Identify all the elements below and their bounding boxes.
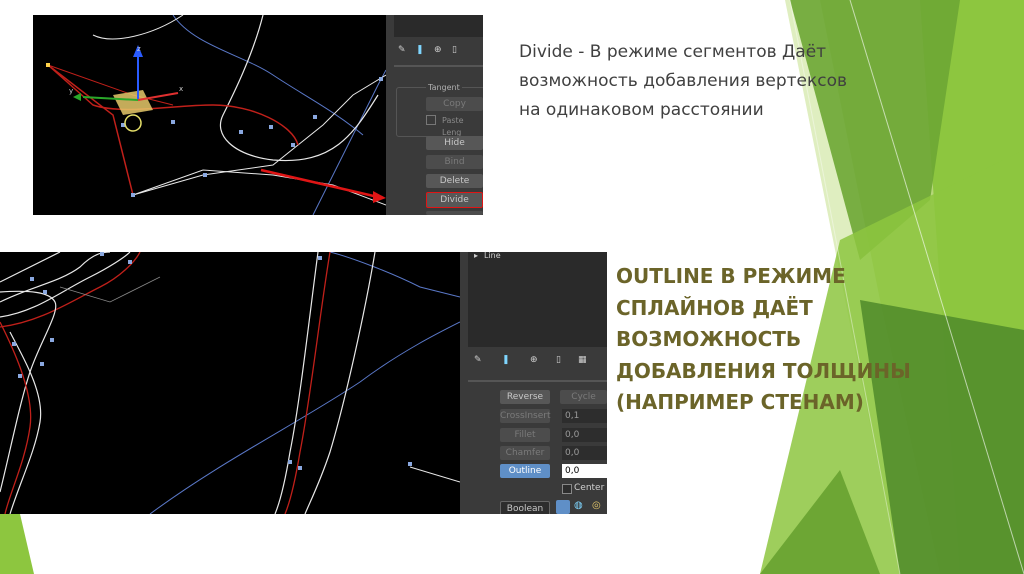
boolean-union-icon[interactable]: [556, 500, 570, 514]
modify-panel-spline: ▸ Line ✎ ❚ ⊕ ▯ ▦ Reverse Cycle CrossInse…: [460, 252, 607, 514]
reverse-button[interactable]: Reverse: [500, 390, 550, 404]
pin-icon[interactable]: ✎: [474, 355, 484, 367]
gizmo-x-label: x: [179, 85, 183, 93]
outline-field[interactable]: 0,0: [562, 464, 607, 478]
outline-button[interactable]: Outline: [500, 464, 550, 478]
remove-modifier-icon[interactable]: ▯: [452, 45, 462, 57]
divide-button[interactable]: Divide: [426, 192, 483, 208]
modifier-stack-box: [394, 15, 483, 37]
viewport-spline-mode[interactable]: [0, 252, 460, 514]
next-button[interactable]: [426, 211, 483, 215]
boolean-subtract-icon[interactable]: ◍: [574, 500, 588, 514]
make-unique-icon[interactable]: ⊕: [530, 355, 540, 367]
stack-object-name: Line: [484, 252, 501, 260]
expand-triangle-icon[interactable]: ▸: [474, 252, 478, 262]
panel-divider: [394, 65, 483, 67]
center-checkbox[interactable]: [562, 484, 572, 494]
modifier-stack[interactable]: [468, 252, 607, 347]
viewport-segment-mode[interactable]: z y x: [33, 15, 386, 215]
remove-modifier-icon[interactable]: ▯: [556, 355, 566, 367]
fillet-button[interactable]: Fillet: [500, 428, 550, 442]
gizmo-y-label: y: [69, 87, 73, 95]
configure-sets-icon[interactable]: ▦: [578, 355, 588, 367]
center-label: Center: [574, 483, 605, 493]
boolean-button[interactable]: Boolean: [500, 501, 550, 514]
gizmo-z-label: z: [137, 45, 141, 53]
panel-divider: [468, 380, 607, 382]
bind-button[interactable]: Bind: [426, 155, 483, 169]
crossinsert-button[interactable]: CrossInsert: [500, 409, 550, 423]
pin-icon[interactable]: ✎: [398, 45, 408, 57]
copy-button[interactable]: Copy: [426, 97, 483, 111]
fillet-field[interactable]: 0,0: [562, 428, 607, 442]
outline-description: Outline в режиме сплайнов даёт возможнос…: [616, 264, 911, 414]
boolean-intersect-icon[interactable]: ◎: [592, 500, 606, 514]
show-end-result-icon[interactable]: ❚: [502, 355, 512, 367]
chamfer-button[interactable]: Chamfer: [500, 446, 550, 460]
hide-button[interactable]: Hide: [426, 136, 483, 150]
chamfer-field[interactable]: 0,0: [562, 446, 607, 460]
paste-length-checkbox[interactable]: [426, 115, 436, 125]
show-end-result-icon[interactable]: ❚: [416, 45, 426, 57]
crossinsert-field[interactable]: 0,1: [562, 409, 607, 423]
modify-panel-segment: ✎ ❚ ⊕ ▯ Tangent Copy Paste Leng Hide Bin…: [386, 15, 483, 215]
cycle-button[interactable]: Cycle: [560, 390, 607, 404]
divide-description: Divide - В режиме сегментов Даёт возможн…: [519, 42, 848, 120]
delete-button[interactable]: Delete: [426, 174, 483, 188]
make-unique-icon[interactable]: ⊕: [434, 45, 444, 57]
tangent-group-title: Tangent: [426, 82, 462, 94]
